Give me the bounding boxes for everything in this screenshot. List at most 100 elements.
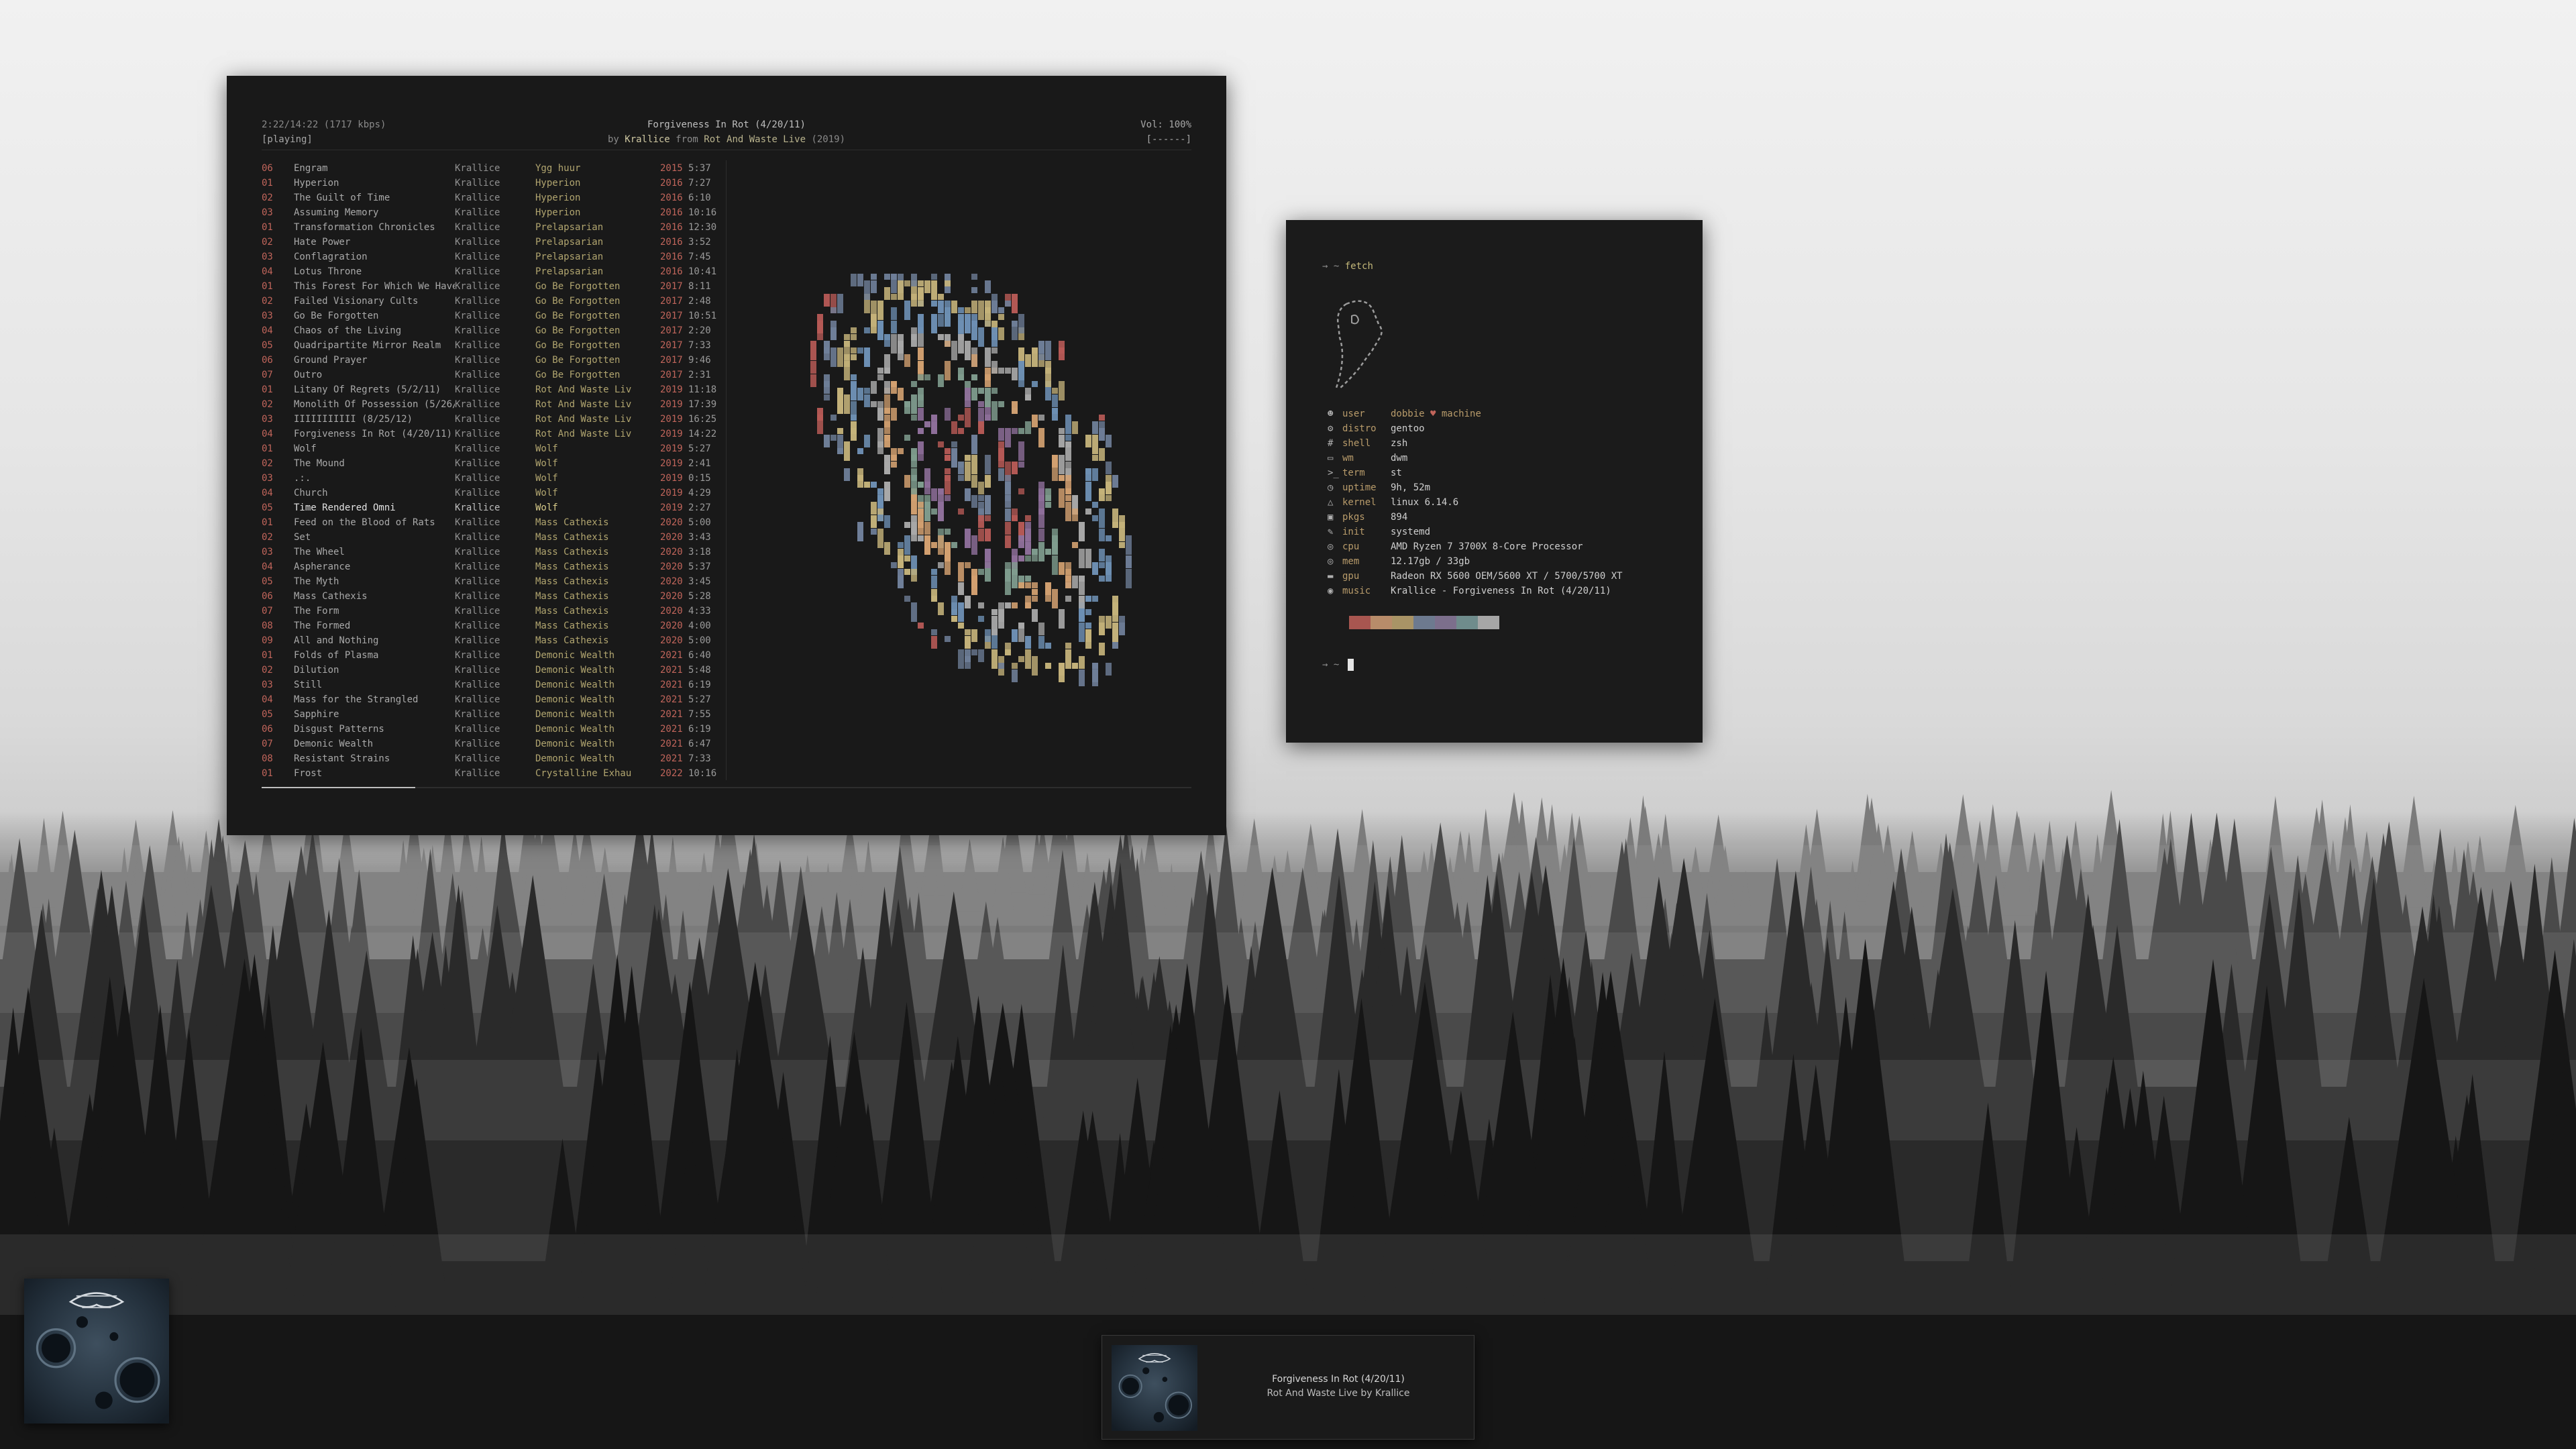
visualizer-bar	[891, 408, 897, 421]
info-row-kernel: △ kernel linux 6.14.6	[1328, 495, 1690, 510]
track-album: Demonic Wealth	[535, 694, 615, 705]
visualizer-bar	[971, 569, 977, 588]
playlist-row-current[interactable]: 05 Time Rendered Omni Krallice Wolf 2019 2:27	[262, 500, 711, 515]
track-title: Chaos of the Living	[294, 325, 402, 336]
track-title: Failed Visionary Cults	[294, 296, 419, 307]
playlist-row[interactable]: 01 Frost Krallice Crystalline Exhau 2022 10:1…	[262, 766, 716, 781]
visualizer-bar	[1099, 576, 1105, 582]
color-swatch	[1371, 616, 1392, 629]
playlist-row[interactable]: 07 The Form Krallice Mass Cathexis 2020 4:33	[262, 604, 711, 619]
playlist-row[interactable]: 04 Lotus Throne Krallice Prelapsarian 2016 10…	[262, 264, 716, 279]
playlist-row[interactable]: 09 All and Nothing Krallice Mass Cathexis 20…	[262, 633, 711, 648]
playlist-row[interactable]: 01 Litany Of Regrets (5/2/11) Krallice Rot …	[262, 382, 716, 397]
progress-bar[interactable]	[262, 787, 1191, 788]
music-player-window[interactable]: 2:22/14:22 (1717 kbps) [playing] Forgive…	[227, 76, 1226, 835]
now-playing-notification[interactable]: Forgiveness In Rot (4/20/11) Rot And Was…	[1102, 1335, 1474, 1440]
visualizer-bar	[1045, 643, 1051, 649]
playlist-row[interactable]: 05 Quadripartite Mirror Realm Krallice Go B…	[262, 338, 711, 353]
visualizer-bar	[998, 441, 1004, 461]
track-dur: 6:10	[688, 193, 711, 203]
prompt-line-empty[interactable]: → ~	[1322, 657, 1354, 672]
playlist-row[interactable]: 01 Wolf Krallice Wolf 2019 5:27	[262, 441, 711, 456]
visualizer-bar	[877, 401, 883, 421]
playlist-row[interactable]: 03 Conflagration Krallice Prelapsarian 2016 7…	[262, 250, 711, 264]
visualizer-bar	[1045, 502, 1051, 508]
playlist-row[interactable]: 07 Demonic Wealth Krallice Demonic Wealth 20…	[262, 737, 711, 751]
playlist-row[interactable]: 05 Sapphire Krallice Demonic Wealth 2021 7:55	[262, 707, 711, 722]
playlist-row[interactable]: 08 Resistant Strains Krallice Demonic Wealt…	[262, 751, 711, 766]
track-dur: 5:27	[688, 443, 711, 454]
playlist-row[interactable]: 04 Church Krallice Wolf 2019 4:29	[262, 486, 711, 500]
track-artist: Krallice	[455, 650, 500, 661]
visualizer-bar	[877, 368, 883, 374]
playlist-row[interactable]: 03 IIIIIIIIIII (8/25/12) Krallice Rot And W…	[262, 412, 716, 427]
visualizer-bar	[810, 374, 816, 387]
playlist-row[interactable]: 05 The Myth Krallice Mass Cathexis 2020 3:45	[262, 574, 711, 589]
track-dur: 5:37	[688, 561, 711, 572]
visualizer-bar	[931, 589, 937, 602]
visualizer-bar	[884, 274, 890, 280]
playlist-row[interactable]: 02 Monolith Of Possession (5/26/Krallice R…	[262, 397, 716, 412]
visualizer-bar	[1079, 656, 1085, 669]
visualizer-bar	[1052, 589, 1058, 608]
playlist-row[interactable]: 04 Chaos of the Living Krallice Go Be Forgo…	[262, 323, 711, 338]
visualizer-bar	[998, 401, 1004, 407]
track-year: 2020	[660, 635, 683, 646]
visualizer-bar	[1032, 656, 1038, 676]
visualizer-bar	[1085, 549, 1091, 568]
visualizer-bar	[1025, 515, 1031, 521]
playlist-row[interactable]: 01 Hyperion Krallice Hyperion 2016 7:27	[262, 176, 711, 191]
playlist-row[interactable]: 02 The Mound Krallice Wolf 2019 2:41	[262, 456, 711, 471]
album-art-widget[interactable]	[24, 1279, 169, 1424]
track-artist: Krallice	[455, 163, 500, 174]
playlist-row[interactable]: 03 The Wheel Krallice Mass Cathexis 2020 3:18	[262, 545, 711, 559]
visualizer-bar	[884, 408, 890, 414]
track-year: 2016	[660, 252, 683, 262]
terminal-window[interactable]: → ~ fetch ☻ user dobbie ♥ machine ⚙ distro ge…	[1286, 220, 1703, 743]
info-key: init	[1342, 527, 1365, 537]
visualizer-bar	[1099, 415, 1105, 421]
playlist-row[interactable]: 02 The Guilt of Time Krallice Hyperion 2016 6…	[262, 191, 711, 205]
track-album: Go Be Forgotten	[535, 311, 621, 321]
track-dur: 17:39	[688, 399, 717, 410]
playlist-row[interactable]: 06 Disgust Patterns Krallice Demonic Wealth…	[262, 722, 711, 737]
playlist-row[interactable]: 02 Dilution Krallice Demonic Wealth 2021 5:48	[262, 663, 711, 678]
track-no: 03	[262, 252, 273, 262]
track-dur: 7:45	[688, 252, 711, 262]
visualizer-bar	[965, 462, 971, 481]
track-title: Church	[294, 488, 328, 498]
playlist-row[interactable]: 06 Mass Cathexis Krallice Mass Cathexis 2020…	[262, 589, 711, 604]
playlist-row[interactable]: 03 Assuming Memory Krallice Hyperion 2016 10:…	[262, 205, 716, 220]
playlist-row[interactable]: 01 This Forest For Which We Have Krallice G…	[262, 279, 711, 294]
playlist-row[interactable]: 01 Feed on the Blood of Rats Krallice Mass …	[262, 515, 711, 530]
playlist-row[interactable]: 02 Hate Power Krallice Prelapsarian 2016 3:52	[262, 235, 711, 250]
playlist-row[interactable]: 08 The Formed Krallice Mass Cathexis 2020 4:0…	[262, 619, 711, 633]
visualizer-bar	[1099, 488, 1105, 494]
track-dur: 0:15	[688, 473, 711, 484]
playlist-row[interactable]: 06 Ground Prayer Krallice Go Be Forgotten 20…	[262, 353, 711, 368]
visualizer-bar	[864, 388, 870, 394]
info-value-text: 12.17gb / 33gb	[1391, 556, 1470, 567]
visualizer-bar	[871, 502, 877, 515]
playlist[interactable]: 06 Engram Krallice Ygg huur 2015 5:37 01 Hyperi…	[262, 161, 716, 781]
playlist-row[interactable]: 04 Aspherance Krallice Mass Cathexis 2020 5:3…	[262, 559, 711, 574]
track-year: 2021	[660, 709, 683, 720]
playlist-row[interactable]: 06 Engram Krallice Ygg huur 2015 5:37	[262, 161, 711, 176]
visualizer-bar	[851, 401, 857, 421]
playlist-row[interactable]: 02 Set Krallice Mass Cathexis 2020 3:43	[262, 530, 711, 545]
playlist-row[interactable]: 04 Mass for the Strangled Krallice Demonic …	[262, 692, 711, 707]
playlist-row[interactable]: 03 Go Be Forgotten Krallice Go Be Forgotten…	[262, 309, 716, 323]
visualizer-bar	[1112, 475, 1118, 488]
track-year: 2021	[660, 665, 683, 676]
playlist-row[interactable]: 03.:. Krallice Wolf 2019 0:15	[262, 471, 711, 486]
playlist-row[interactable]: 01 Transformation Chronicles Krallice Prela…	[262, 220, 716, 235]
volume-bar[interactable]: [------]	[1140, 132, 1191, 147]
playlist-row[interactable]: 02 Failed Visionary Cults Krallice Go Be Fo…	[262, 294, 711, 309]
visualizer-bar	[1099, 508, 1105, 528]
playlist-row[interactable]: 07 Outro Krallice Go Be Forgotten 2017 2:31	[262, 368, 711, 382]
playlist-row[interactable]: 04 Forgiveness In Rot (4/20/11) Krallice Ro…	[262, 427, 716, 441]
track-album: Wolf	[535, 488, 558, 498]
playlist-row[interactable]: 03 Still Krallice Demonic Wealth 2021 6:19	[262, 678, 711, 692]
track-dur: 12:30	[688, 222, 717, 233]
playlist-row[interactable]: 01 Folds of Plasma Krallice Demonic Wealth 2…	[262, 648, 711, 663]
